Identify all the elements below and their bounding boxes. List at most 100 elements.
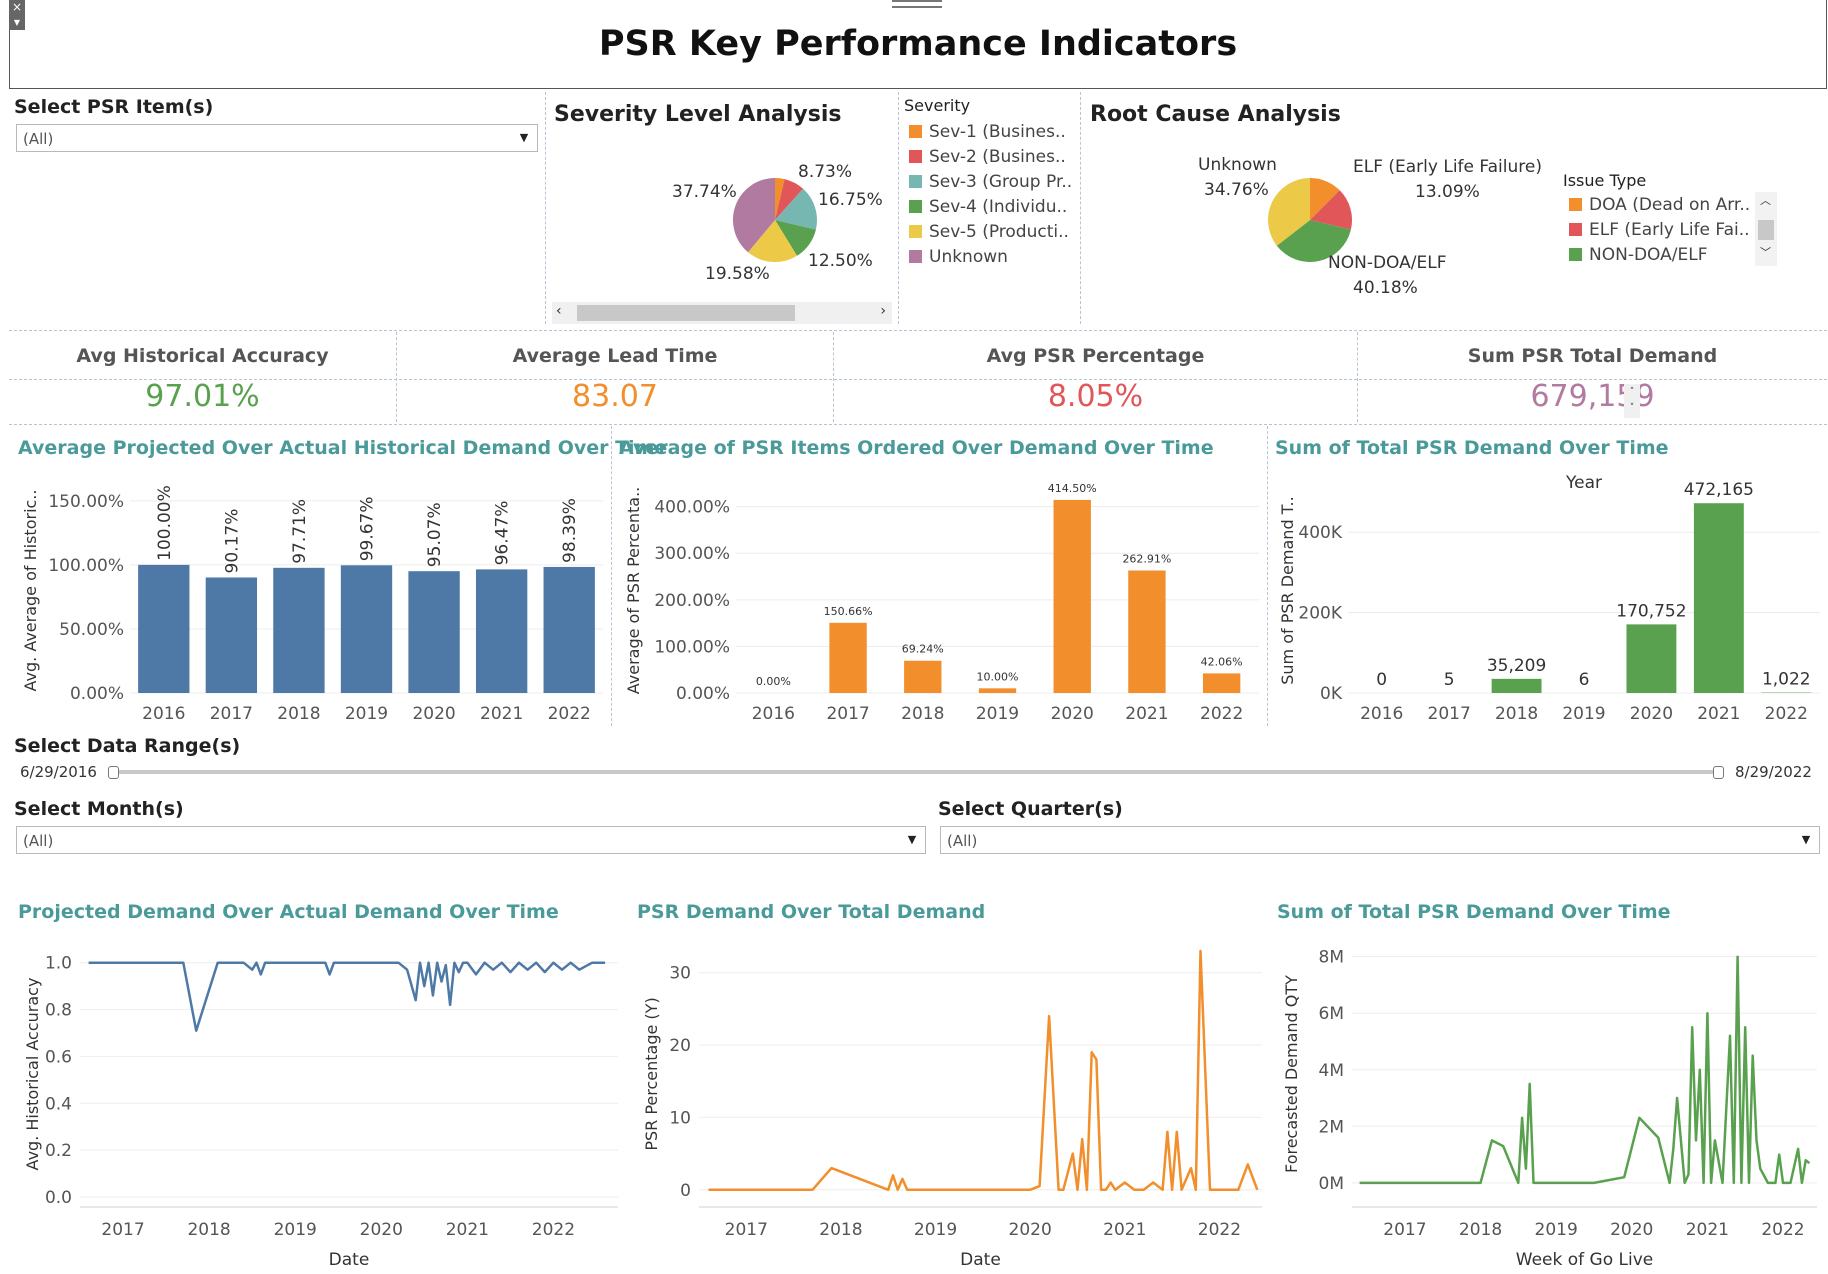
y-tick-label: 0.8 [45,1001,72,1021]
month-filter-label: Select Month(s) [14,798,184,820]
x-tick-label: 2019 [345,704,388,724]
bar [1053,499,1091,693]
scrollbar-thumb[interactable] [577,305,795,321]
y-tick-label: 200.00% [654,591,730,611]
x-tick-label: 2018 [187,1220,230,1240]
legend-item[interactable]: Sev-3 (Group Pr.. [909,172,1072,192]
y-tick-label: 300.00% [654,544,730,564]
y-tick-label: 20 [669,1036,691,1056]
bar-value-label: 414.50% [1048,482,1097,495]
legend-swatch [1569,198,1582,211]
x-tick-label: 2017 [1383,1220,1426,1240]
bar [205,577,258,693]
legend-item[interactable]: NON-DOA/ELF [1569,245,1707,265]
x-tick-label: 2020 [1009,1220,1052,1240]
bar [978,688,1017,693]
chart-title: Sum of Total PSR Demand Over Time [1277,901,1671,923]
x-tick-label: 2018 [277,704,320,724]
rc-non-label: NON-DOA/ELF [1328,253,1447,273]
quarter-filter-label: Select Quarter(s) [938,798,1123,820]
kpi-value: 83.07 [572,379,658,414]
bar-value-label: 1,022 [1762,670,1811,690]
quarter-dropdown[interactable]: (All) ▼ [940,826,1820,854]
x-tick-label: 2016 [752,704,795,724]
horizontal-scrollbar[interactable]: ‹ › [552,302,892,324]
kpi-label: Average Lead Time [512,345,718,367]
page-title: PSR Key Performance Indicators [598,24,1238,64]
bar [408,571,460,693]
date-range-handle-end[interactable] [1713,766,1724,779]
x-tick-label: 2021 [1686,1220,1729,1240]
chart-title: Projected Demand Over Actual Demand Over… [18,901,559,923]
legend-item[interactable]: Sev-1 (Busines.. [909,122,1066,142]
x-axis-label: Date [329,1250,370,1270]
bar-value-label: 0.00% [756,675,791,688]
x-tick-label: 2017 [826,704,869,724]
x-tick-label: 2021 [1103,1220,1146,1240]
close-icon[interactable]: × [9,0,25,16]
scroll-left-icon[interactable]: ‹ [556,303,562,319]
legend-swatch [909,250,922,263]
legend-swatch [1569,223,1582,236]
month-dropdown[interactable]: (All) ▼ [16,826,926,854]
psr-item-dropdown[interactable]: (All) ▼ [16,124,538,152]
y-tick-label: 0.00% [70,684,124,704]
x-tick-label: 2018 [1459,1220,1502,1240]
y-tick-label: 50.00% [59,620,124,640]
chart-title: PSR Demand Over Total Demand [637,901,986,923]
bar [1128,570,1166,693]
y-tick-label: 2M [1319,1117,1344,1137]
date-range-slider-track[interactable] [112,770,1717,774]
root-cause-section-title: Root Cause Analysis [1090,102,1341,127]
bar-value-label: 95.07% [425,502,445,567]
bar [1491,678,1542,693]
bar-value-label: 69.24% [902,643,944,656]
chevron-down-icon[interactable]: ▼ [511,125,537,151]
kpi-stepper[interactable]: ˄ ˅ [1624,384,1640,418]
legend-item[interactable]: DOA (Dead on Arr.. [1569,195,1750,215]
chevron-down-icon[interactable]: ▼ [1793,827,1819,853]
x-tick-label: 2016 [1360,704,1403,724]
chevron-down-icon[interactable]: ▼ [899,827,925,853]
y-tick-label: 6M [1319,1004,1344,1024]
date-range-handle-start[interactable] [108,766,119,779]
legend-item[interactable]: ELF (Early Life Fai.. [1569,220,1750,240]
legend-label: ELF (Early Life Fai.. [1589,220,1750,240]
scrollbar-thumb[interactable] [1758,220,1774,240]
x-tick-label: 2022 [532,1220,575,1240]
scroll-right-icon[interactable]: › [880,303,886,319]
legend-item[interactable]: Sev-2 (Busines.. [909,147,1066,167]
bar-value-label: 98.39% [560,498,580,563]
legend-item[interactable]: Sev-5 (Producti.. [909,222,1069,242]
kpi-label: Sum PSR Total Demand [1467,345,1718,367]
chevron-up-icon[interactable]: ˄ [1624,384,1640,400]
y-tick-label: 0K [1320,684,1343,704]
drag-handle-icon[interactable] [892,0,942,8]
projected-demand-line-chart: Avg. Historical Accuracy Date 0.0 0.2 0.4 0.6… [23,954,618,1270]
bar-value-label: 262.91% [1122,553,1171,566]
x-tick-label: 2021 [1125,704,1168,724]
legend-item[interactable]: Unknown [909,247,1008,267]
x-tick-label: 2022 [1761,1220,1804,1240]
x-axis-label: Date [960,1250,1001,1270]
legend-item[interactable]: Sev-4 (Individu.. [909,197,1067,217]
kpi-label: Avg PSR Percentage [986,345,1205,367]
psr-item-dropdown-value: (All) [23,130,54,148]
legend-label: Sev-3 (Group Pr.. [929,172,1073,192]
bar [340,565,393,693]
root-cause-pie-chart [1268,178,1353,262]
legend-scrollbar[interactable]: ︿ ﹀ [1755,192,1777,266]
bar [904,660,942,693]
rc-elf-label: ELF (Early Life Failure) [1353,157,1542,177]
x-tick-label: 2019 [914,1220,957,1240]
psr-demand-line-chart: PSR Percentage (Y) Date 0 10 20 30 2017 2018 201… [642,949,1262,1270]
x-tick-label: 2019 [976,704,1019,724]
bar-value-label: 99.67% [358,496,378,561]
chevron-down-icon[interactable]: ﹀ [1760,244,1771,260]
menu-caret-icon[interactable]: ▼ [9,16,25,30]
x-tick-label: 2021 [446,1220,489,1240]
chevron-down-icon[interactable]: ˅ [1624,400,1640,416]
chevron-up-icon[interactable]: ︿ [1760,192,1771,208]
x-tick-label: 2019 [1562,704,1605,724]
sev-pct-label: 16.75% [818,190,883,210]
